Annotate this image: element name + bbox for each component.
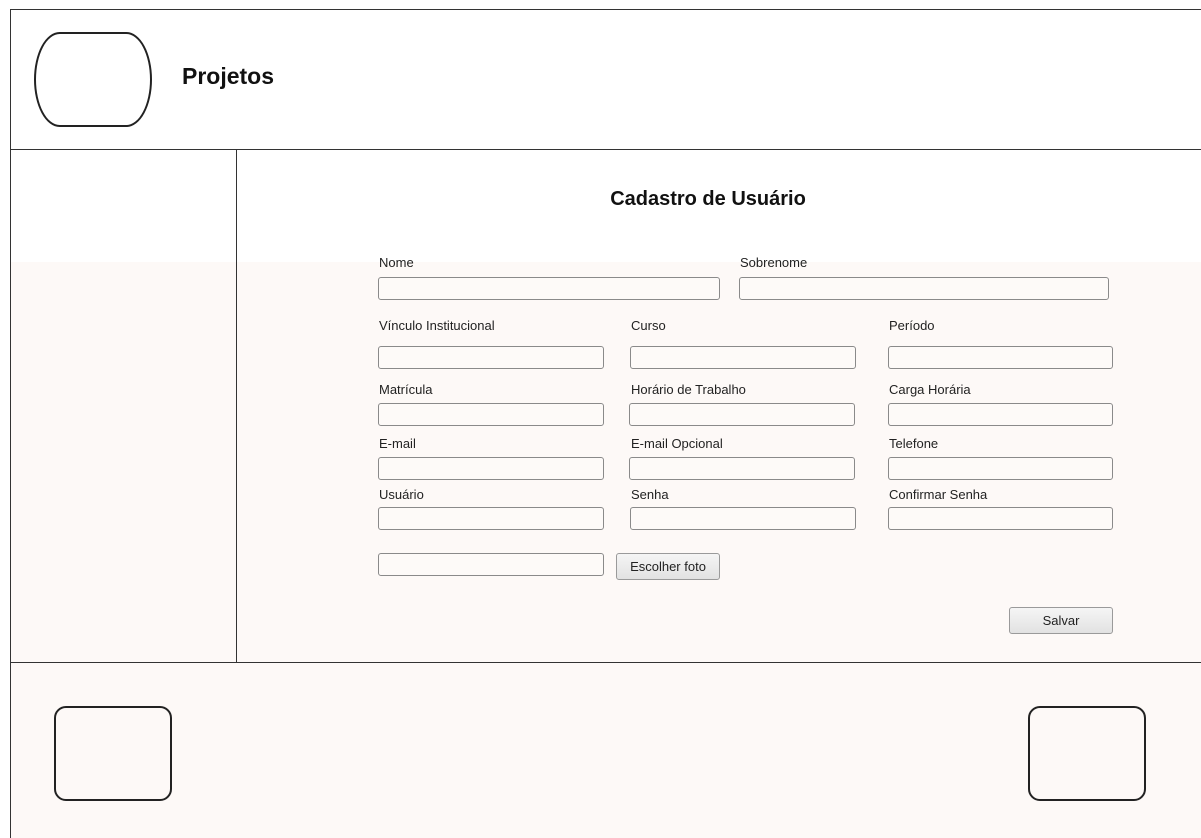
- email-opcional-label: E-mail Opcional: [631, 436, 723, 451]
- form-title: Cadastro de Usuário: [610, 188, 806, 210]
- logo-placeholder: [34, 32, 152, 127]
- curso-label: Curso: [631, 318, 666, 333]
- curso-input[interactable]: [630, 346, 856, 369]
- sidebar: [10, 150, 237, 662]
- matricula-label: Matrícula: [379, 382, 433, 397]
- vinculo-label: Vínculo Institucional: [379, 318, 495, 333]
- save-button[interactable]: Salvar: [1009, 607, 1113, 634]
- horario-label: Horário de Trabalho: [631, 382, 746, 397]
- telefone-label: Telefone: [889, 436, 939, 451]
- usuario-input[interactable]: [378, 507, 604, 530]
- confirmar-senha-input[interactable]: [888, 507, 1113, 530]
- matricula-input[interactable]: [378, 403, 604, 426]
- horario-input[interactable]: [629, 403, 855, 426]
- periodo-label: Período: [889, 318, 935, 333]
- vinculo-input[interactable]: [378, 346, 604, 369]
- nome-input[interactable]: [378, 277, 720, 300]
- sobrenome-input[interactable]: [739, 277, 1109, 300]
- app-title: Projetos: [182, 63, 275, 89]
- choose-photo-button[interactable]: Escolher foto: [616, 553, 720, 580]
- footer-left-box[interactable]: [54, 706, 172, 801]
- senha-input[interactable]: [630, 507, 856, 530]
- nome-label: Nome: [379, 255, 414, 270]
- email-label: E-mail: [379, 436, 416, 451]
- email-input[interactable]: [378, 457, 604, 480]
- photo-path-input[interactable]: [378, 553, 604, 576]
- telefone-input[interactable]: [888, 457, 1113, 480]
- footer-border: [10, 662, 11, 838]
- carga-label: Carga Horária: [889, 382, 971, 397]
- usuario-label: Usuário: [379, 487, 424, 502]
- footer-divider: [10, 662, 1201, 663]
- confirmar-senha-label: Confirmar Senha: [889, 487, 988, 502]
- periodo-input[interactable]: [888, 346, 1113, 369]
- email-opcional-input[interactable]: [629, 457, 855, 480]
- carga-input[interactable]: [888, 403, 1113, 426]
- footer-right-box[interactable]: [1028, 706, 1146, 801]
- senha-label: Senha: [631, 487, 669, 502]
- sobrenome-label: Sobrenome: [740, 255, 808, 270]
